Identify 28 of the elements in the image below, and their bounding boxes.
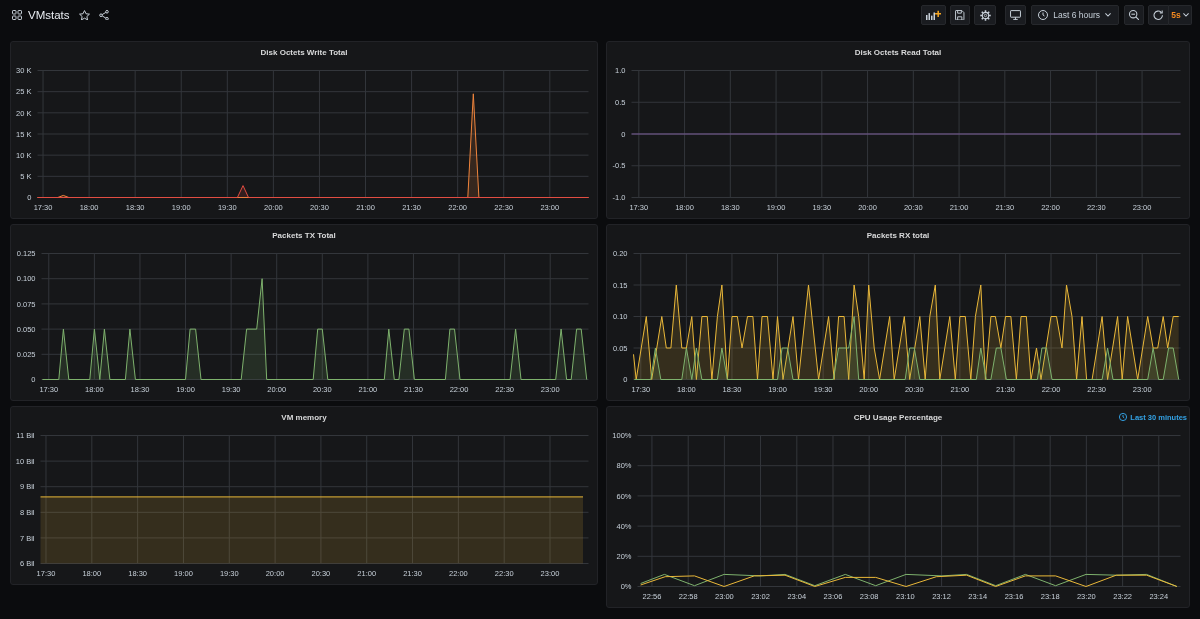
panel-title[interactable]: VM memory bbox=[281, 412, 327, 422]
time-range-picker[interactable]: Last 6 hours bbox=[1031, 5, 1119, 25]
settings-icon bbox=[979, 9, 991, 21]
save-icon bbox=[955, 9, 965, 21]
add-panel-button[interactable] bbox=[921, 5, 947, 25]
view-mode-button[interactable] bbox=[1005, 5, 1027, 25]
zoom-out-button[interactable] bbox=[1124, 5, 1144, 25]
panel-title[interactable]: Disk Octets Write Total bbox=[260, 47, 348, 57]
clock-icon bbox=[1119, 413, 1128, 421]
panel-title[interactable]: Packets TX Total bbox=[272, 230, 336, 240]
monitor-icon bbox=[1010, 10, 1022, 20]
settings-button[interactable] bbox=[974, 5, 997, 25]
save-button[interactable] bbox=[950, 5, 971, 25]
star-icon[interactable] bbox=[78, 9, 90, 21]
panel-title[interactable]: CPU Usage Percentage bbox=[853, 412, 943, 422]
clock-icon bbox=[1038, 10, 1049, 20]
refresh-icon bbox=[1153, 9, 1164, 21]
caret-icon bbox=[1105, 13, 1111, 17]
panel-title[interactable]: Packets RX total bbox=[866, 230, 930, 240]
refresh-button[interactable] bbox=[1148, 5, 1169, 25]
bar-chart-plus-icon bbox=[926, 10, 942, 20]
refresh-interval-picker[interactable]: 5s bbox=[1169, 5, 1192, 25]
apps-grid-icon[interactable] bbox=[12, 10, 22, 20]
panel-title[interactable]: Disk Octets Read Total bbox=[854, 47, 942, 57]
dashboard-title[interactable]: VMstats bbox=[28, 9, 70, 21]
caret-icon bbox=[1182, 13, 1189, 17]
zoom-out-icon bbox=[1128, 9, 1140, 21]
share-icon[interactable] bbox=[98, 9, 109, 21]
